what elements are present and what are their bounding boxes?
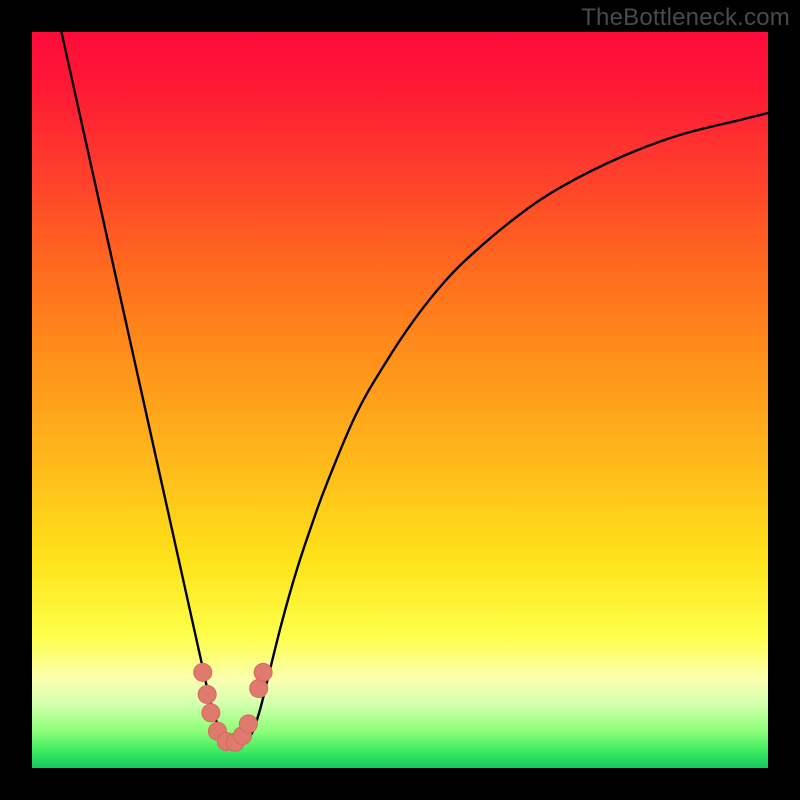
plot-area	[32, 32, 768, 768]
chart-frame: TheBottleneck.com	[0, 0, 800, 800]
curve-marker	[254, 663, 272, 681]
bottleneck-curve	[61, 32, 768, 744]
watermark-text: TheBottleneck.com	[581, 4, 790, 32]
curve-marker	[194, 663, 212, 681]
curve-layer	[32, 32, 768, 768]
curve-marker	[198, 685, 216, 703]
curve-marker	[239, 715, 257, 733]
curve-marker	[250, 680, 268, 698]
curve-marker	[202, 704, 220, 722]
